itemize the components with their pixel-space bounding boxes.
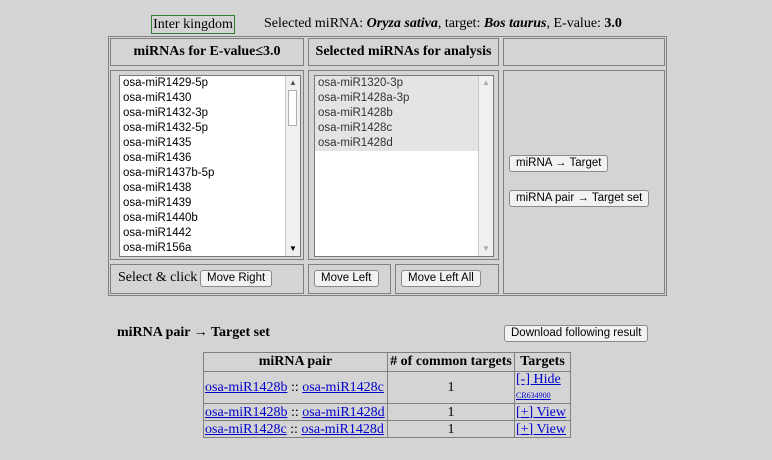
mirna-link[interactable]: osa-miR1428c (302, 380, 384, 395)
available-mirna-list[interactable]: osa-miR1429-5p osa-miR1430 osa-miR1432-3p o… (119, 75, 301, 257)
targets-cell: [+] View (514, 420, 571, 438)
result-table: miRNA pair # of common targets Targets o… (203, 352, 571, 438)
target-species: Bos taurus (483, 16, 547, 31)
pair-separator: :: (287, 404, 303, 420)
move-left-all-button[interactable]: Move Left All (401, 270, 481, 287)
evalue-prefix: , E-value: (546, 16, 605, 31)
mirna-pair-cell: osa-miR1428c :: osa-miR1428d (203, 420, 388, 438)
list-item[interactable]: osa-miR1432-5p (120, 121, 300, 136)
toggle-targets-link[interactable]: [+] View (516, 422, 566, 437)
column-header-targets: Targets (514, 352, 571, 372)
common-targets-count: 1 (387, 403, 515, 421)
common-targets-count: 1 (387, 371, 515, 404)
list-item[interactable]: osa-miR1428c (315, 121, 493, 136)
targets-cell: [-] Hide CR634900 (514, 371, 571, 404)
target-gene-link[interactable]: CR634900 (516, 391, 551, 400)
list-item[interactable]: osa-miR1440b (120, 211, 300, 226)
scroll-up-icon[interactable]: ▲ (287, 77, 299, 89)
selection-summary: Selected miRNA: Oryza sativa, target: Bo… (264, 16, 622, 32)
list-item[interactable]: osa-miR156a (120, 241, 300, 256)
download-result-button[interactable]: Download following result (504, 325, 649, 342)
scroll-down-icon[interactable]: ▼ (287, 243, 299, 255)
move-left-all-cell: Move Left All (395, 264, 499, 294)
table-header-row: miRNA pair # of common targets Targets (203, 352, 571, 372)
list-item[interactable]: osa-miR1320-3p (315, 76, 493, 91)
inter-kingdom-button[interactable]: Inter kingdom (151, 15, 235, 34)
move-left-cell: Move Left (308, 264, 391, 294)
table-row: osa-miR1428b :: osa-miR1428d 1 [+] View (203, 403, 571, 421)
pair-separator: :: (286, 421, 302, 437)
mirna-link[interactable]: osa-miR1428b (205, 405, 287, 420)
scroll-down-icon[interactable]: ▼ (480, 243, 492, 255)
mirna-link[interactable]: osa-miR1428c (205, 422, 287, 437)
mirna-link[interactable]: osa-miR1428b (205, 380, 287, 395)
move-left-button[interactable]: Move Left (314, 270, 379, 287)
mirna-pair-cell: osa-miR1428b :: osa-miR1428c (203, 371, 388, 404)
mirna-species: Oryza sativa (366, 16, 438, 31)
column-header-common-targets: # of common targets (387, 352, 515, 372)
selected-prefix: Selected miRNA: (264, 16, 367, 31)
selected-mirna-list[interactable]: osa-miR1320-3p osa-miR1428a-3p osa-miR1428… (314, 75, 494, 257)
list-item[interactable]: osa-miR1436 (120, 151, 300, 166)
middle-list-scrollbar[interactable]: ▲ ▼ (478, 76, 493, 256)
right-panel-header (503, 38, 665, 66)
select-click-label: Select & click (118, 270, 198, 285)
list-item[interactable]: osa-miR1438 (120, 181, 300, 196)
list-item[interactable]: osa-miR1428a-3p (315, 91, 493, 106)
targets-cell: [+] View (514, 403, 571, 421)
toggle-targets-link[interactable]: [+] View (516, 405, 566, 420)
result-title: miRNA pair → Target set (117, 325, 270, 340)
list-item[interactable]: osa-miR1430 (120, 91, 300, 106)
analysis-buttons-cell: miRNA → Target miRNA pair → Target set (503, 70, 665, 294)
list-item[interactable]: osa-miR1435 (120, 136, 300, 151)
list-item[interactable]: osa-miR1428b (315, 106, 493, 121)
list-item[interactable]: osa-miR1442 (120, 226, 300, 241)
list-item[interactable]: osa-miR1432-3p (120, 106, 300, 121)
move-right-button[interactable]: Move Right (200, 270, 273, 287)
scroll-up-icon[interactable]: ▲ (480, 77, 492, 89)
column-header-mirna-pair: miRNA pair (203, 352, 388, 372)
table-row: osa-miR1428c :: osa-miR1428d 1 [+] View (203, 420, 571, 438)
move-right-cell: Select & click Move Right (110, 264, 304, 294)
left-panel-header: miRNAs for E-value≤3.0 (110, 38, 304, 66)
scroll-thumb[interactable] (288, 90, 297, 126)
mirna-pair-target-set-button[interactable]: miRNA pair → Target set (509, 190, 650, 207)
mirna-link[interactable]: osa-miR1428d (301, 422, 383, 437)
target-prefix: , target: (437, 16, 484, 31)
left-list-cell: osa-miR1429-5p osa-miR1430 osa-miR1432-3p o… (110, 70, 304, 260)
list-item[interactable]: osa-miR1428d (315, 136, 493, 151)
left-list-scrollbar[interactable]: ▲ ▼ (285, 76, 300, 256)
table-row: osa-miR1428b :: osa-miR1428c 1 [-] HideCR6… (203, 371, 571, 404)
pair-separator: :: (287, 380, 303, 395)
mirna-target-button[interactable]: miRNA → Target (509, 155, 609, 172)
toggle-targets-link[interactable]: [-] Hide (516, 372, 561, 387)
middle-panel-header: Selected miRNAs for analysis (308, 38, 499, 66)
list-item[interactable]: osa-miR1429-5p (120, 76, 300, 91)
list-item[interactable]: osa-miR1437b-5p (120, 166, 300, 181)
mirna-pair-cell: osa-miR1428b :: osa-miR1428d (203, 403, 388, 421)
mirna-link[interactable]: osa-miR1428d (302, 405, 384, 420)
selection-panel: miRNAs for E-value≤3.0 Selected miRNAs f… (108, 36, 667, 296)
evalue-value: 3.0 (604, 16, 622, 31)
list-item[interactable]: osa-miR1439 (120, 196, 300, 211)
common-targets-count: 1 (387, 420, 515, 438)
middle-list-cell: osa-miR1320-3p osa-miR1428a-3p osa-miR1428… (308, 70, 499, 260)
